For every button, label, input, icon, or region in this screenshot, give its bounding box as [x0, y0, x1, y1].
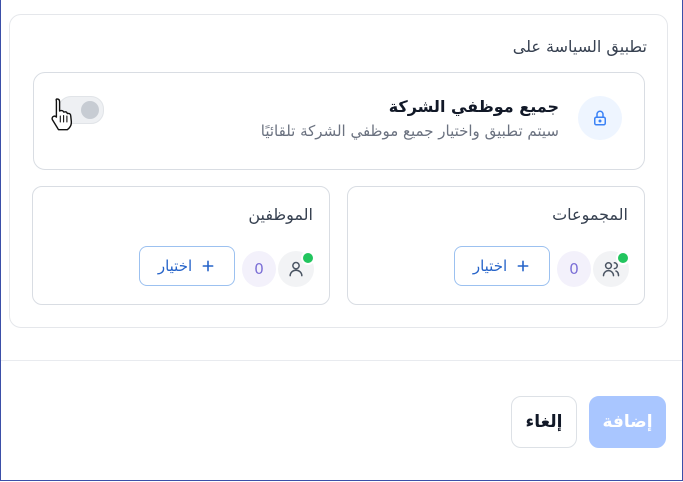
footer-divider	[1, 360, 682, 361]
dialog-frame: تطبيق السياسة على جميع موظفي الشركة سيتم…	[0, 0, 683, 481]
employees-title: الموظفين	[248, 205, 313, 224]
select-groups-button[interactable]: اختيار	[454, 246, 550, 286]
hand-pointer-icon	[51, 98, 73, 131]
plus-icon	[517, 260, 529, 272]
groups-panel: المجموعات 0 اختيار	[347, 186, 645, 305]
add-button[interactable]: إضافة	[589, 396, 666, 448]
groups-title: المجموعات	[552, 205, 628, 224]
online-dot	[616, 251, 630, 265]
online-dot	[301, 251, 315, 265]
all-employees-option: جميع موظفي الشركة سيتم تطبيق واختيار جمي…	[33, 72, 645, 170]
section-title: تطبيق السياسة على	[512, 37, 647, 56]
select-employees-label: اختيار	[157, 257, 193, 275]
groups-count-badge: 0	[557, 251, 591, 287]
select-groups-label: اختيار	[472, 257, 508, 275]
select-employees-button[interactable]: اختيار	[139, 246, 235, 286]
plus-icon	[202, 260, 214, 272]
employees-avatar	[278, 251, 315, 287]
all-employees-description: سيتم تطبيق واختيار جميع موظفي الشركة تلق…	[260, 122, 559, 140]
toggle-knob	[81, 101, 99, 119]
employees-count-badge: 0	[242, 251, 276, 287]
all-employees-title: جميع موظفي الشركة	[388, 97, 559, 116]
lock-icon	[594, 110, 606, 126]
employees-panel: الموظفين 0 اختيار	[32, 186, 330, 305]
policy-target-card: تطبيق السياسة على جميع موظفي الشركة سيتم…	[9, 14, 668, 328]
lock-icon-container	[578, 96, 622, 140]
groups-avatar	[593, 251, 630, 287]
cancel-button[interactable]: إلغاء	[511, 396, 577, 448]
